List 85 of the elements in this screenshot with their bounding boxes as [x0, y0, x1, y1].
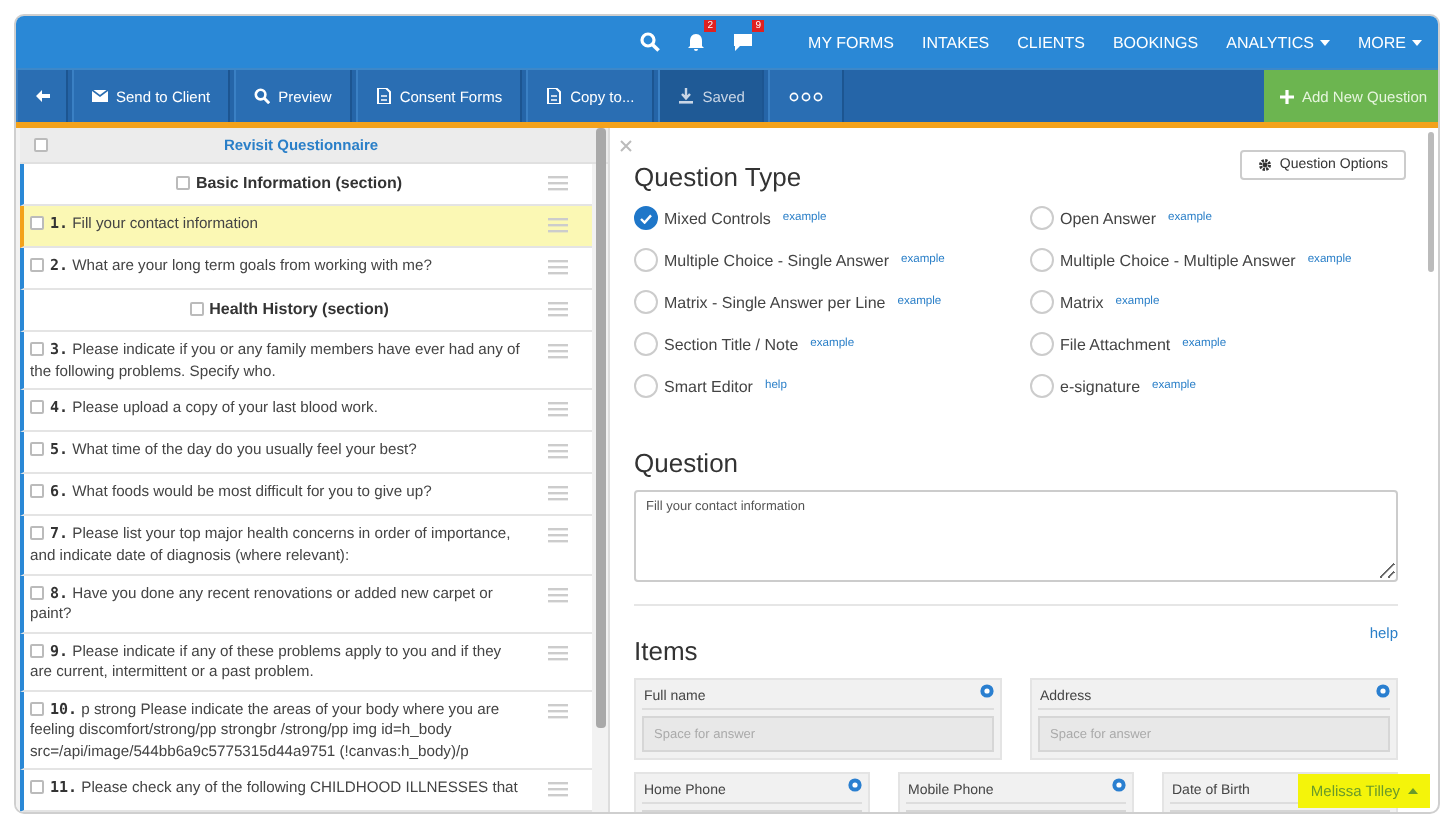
checkbox[interactable] — [30, 484, 44, 499]
option-label: e-signature — [1060, 377, 1141, 395]
option-label: Smart Editor — [664, 377, 753, 395]
section-title: Basic Information (section) — [195, 174, 403, 193]
section-heading: Question — [634, 448, 741, 478]
option-label: Mixed Controls — [664, 209, 771, 227]
document-icon — [546, 88, 563, 104]
caret-icon — [1408, 788, 1418, 794]
more-button[interactable] — [768, 70, 845, 122]
check-icon — [640, 213, 652, 223]
plus-icon — [1280, 89, 1294, 103]
nav-link[interactable]: CLIENTS — [1017, 33, 1085, 51]
checkbox[interactable] — [30, 400, 44, 415]
radio-button[interactable] — [1030, 206, 1054, 230]
drag-handle-icon[interactable] — [548, 703, 568, 720]
nav-link[interactable]: ANALYTICS — [1226, 33, 1330, 51]
checkbox[interactable] — [30, 216, 44, 231]
drag-handle-icon[interactable] — [548, 402, 568, 419]
nav-link[interactable]: BOOKINGS — [1112, 33, 1199, 51]
envelope-icon — [92, 88, 108, 104]
checkbox[interactable] — [30, 585, 44, 600]
radio-button[interactable] — [634, 374, 658, 398]
back-button[interactable] — [16, 70, 68, 122]
checkbox[interactable] — [189, 302, 204, 317]
section-row[interactable]: Health History (section) — [20, 290, 592, 333]
radio-button[interactable] — [634, 248, 658, 272]
scrollbar-thumb[interactable] — [1428, 132, 1434, 272]
search-icon[interactable] — [640, 32, 661, 52]
gear-icon[interactable] — [980, 684, 994, 698]
option-label: Multiple Choice - Multiple Answer — [1060, 251, 1296, 269]
drag-handle-icon[interactable] — [548, 302, 568, 319]
document-icon — [375, 88, 392, 104]
checkbox[interactable] — [34, 138, 48, 153]
radio-button[interactable] — [1030, 290, 1054, 314]
drag-handle-icon[interactable] — [548, 587, 568, 604]
drag-handle-icon[interactable] — [548, 260, 568, 277]
radio-button[interactable] — [1030, 248, 1054, 272]
caret-icon — [1412, 39, 1422, 45]
drag-handle-icon[interactable] — [548, 782, 568, 799]
checkbox[interactable] — [175, 176, 190, 191]
bell-icon[interactable] — [686, 32, 707, 52]
radio-button[interactable] — [634, 332, 658, 356]
chat-icon[interactable] — [732, 32, 755, 52]
checkbox[interactable] — [30, 342, 44, 357]
radio-button[interactable] — [634, 206, 658, 230]
caret-icon — [1320, 39, 1330, 45]
drag-handle-icon[interactable] — [548, 218, 568, 235]
radio-button[interactable] — [1030, 332, 1054, 356]
close-icon[interactable] — [620, 140, 632, 152]
gear-icon[interactable] — [1376, 684, 1390, 698]
gear-icon — [1257, 158, 1272, 172]
nav-link[interactable]: MORE — [1358, 33, 1422, 51]
drag-handle-icon[interactable] — [548, 486, 568, 503]
checkbox[interactable] — [30, 643, 44, 658]
gear-icon[interactable] — [848, 778, 862, 792]
checkbox[interactable] — [30, 526, 44, 541]
dots-icon — [788, 91, 825, 101]
option-label: Section Title / Note — [664, 335, 799, 353]
checkbox[interactable] — [30, 258, 44, 273]
back-arrow-icon — [34, 88, 50, 104]
checkbox[interactable] — [30, 701, 44, 716]
drag-handle-icon[interactable] — [548, 528, 568, 545]
checkbox[interactable] — [30, 442, 44, 457]
nav-link[interactable]: MY FORMS — [808, 33, 894, 51]
section-heading: Question Type — [634, 162, 802, 192]
option-label: Multiple Choice - Single Answer — [664, 251, 889, 269]
download-icon — [678, 88, 695, 104]
section-row[interactable]: Basic Information (section) — [20, 164, 592, 207]
section-heading: Items — [634, 636, 700, 666]
drag-handle-icon[interactable] — [548, 645, 568, 662]
option-label: Matrix — [1060, 293, 1104, 311]
checkbox[interactable] — [30, 780, 44, 795]
option-label: Open Answer — [1060, 209, 1157, 227]
drag-handle-icon[interactable] — [548, 444, 568, 461]
gear-icon[interactable] — [1112, 778, 1126, 792]
drag-handle-icon[interactable] — [548, 176, 568, 193]
scrollbar-thumb[interactable] — [596, 128, 606, 728]
radio-button[interactable] — [634, 290, 658, 314]
search-icon — [254, 88, 271, 104]
drag-handle-icon[interactable] — [548, 344, 568, 361]
option-label: File Attachment — [1060, 335, 1171, 353]
radio-button[interactable] — [1030, 374, 1054, 398]
option-label: Matrix - Single Answer per Line — [664, 293, 886, 311]
nav-link[interactable]: INTAKES — [922, 33, 990, 51]
section-title: Health History (section) — [209, 300, 389, 319]
